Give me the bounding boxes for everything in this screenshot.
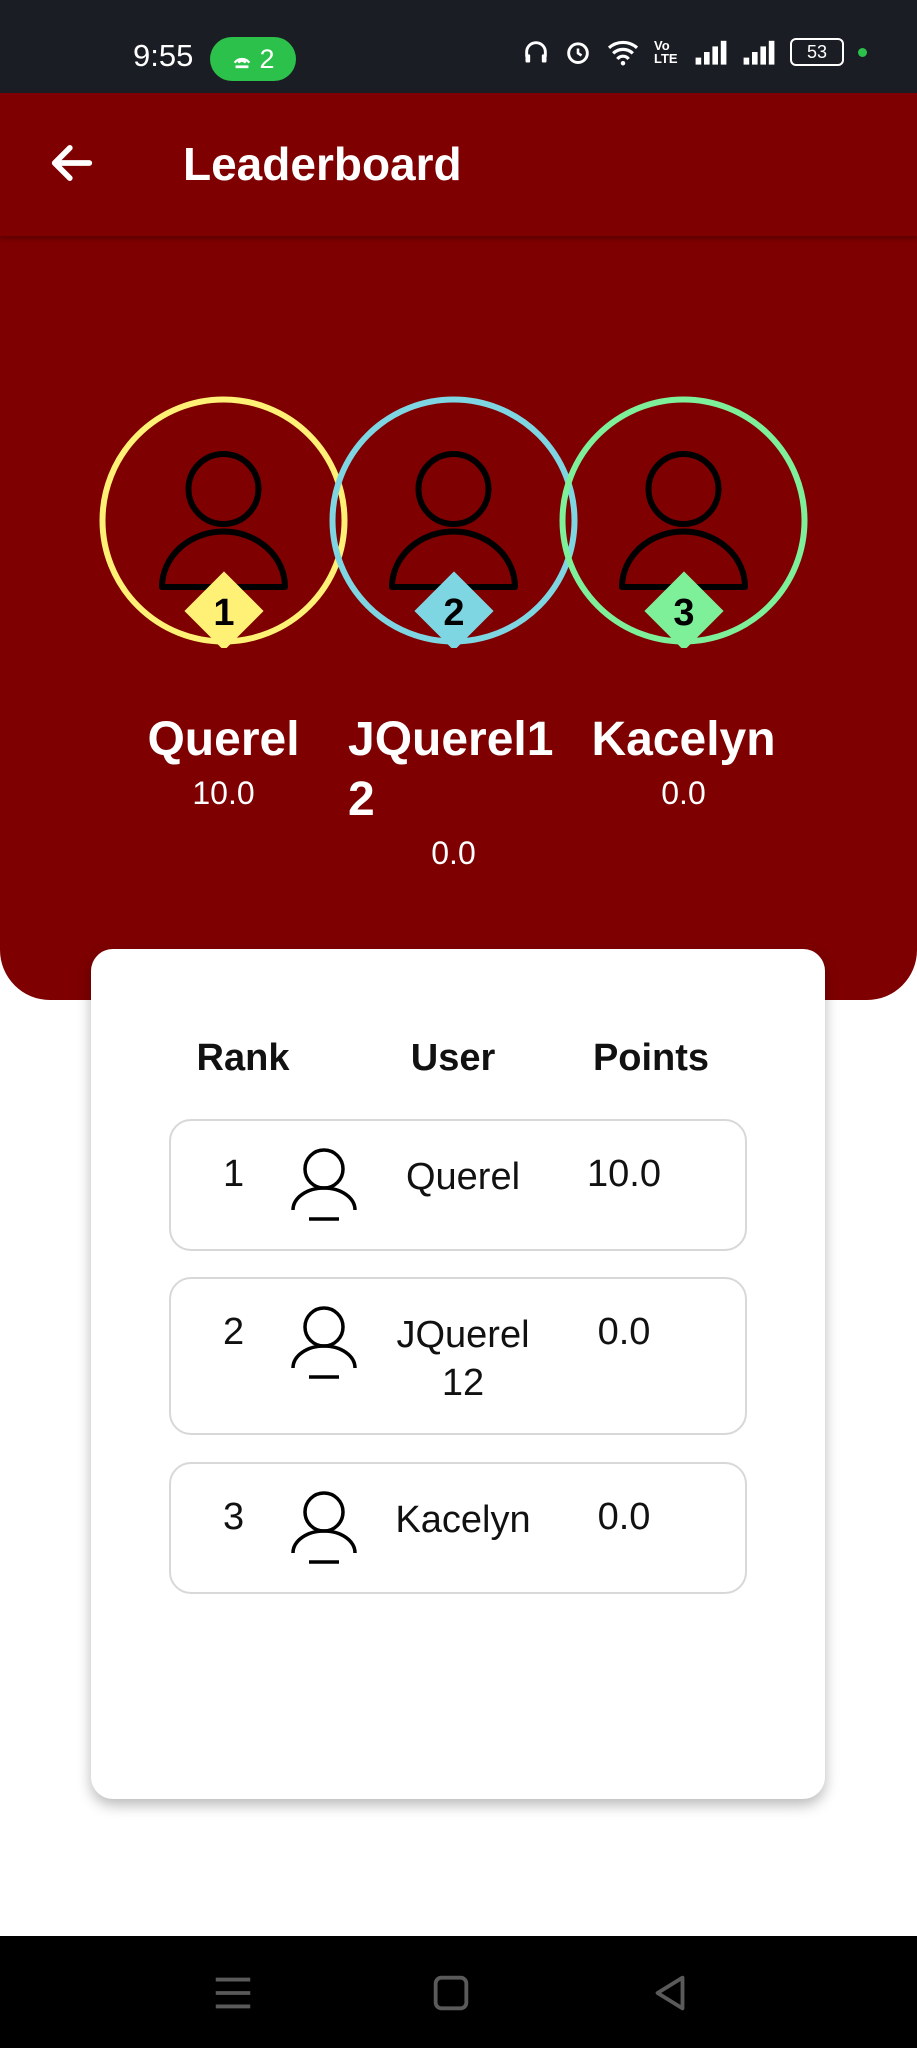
alarm-icon (567, 42, 589, 64)
podium-first-avatar-ring: 1 (99, 396, 348, 648)
podium-points: 10.0 (192, 775, 255, 811)
privacy-dot (858, 47, 867, 57)
headphones-icon (525, 41, 547, 63)
row-points: 0.0 (597, 1496, 651, 1538)
rankings-card: Rank User Points 1 Querel 10.0 2 JQuerel… (91, 949, 825, 1799)
user-icon (291, 1306, 357, 1379)
podium-third-avatar-ring: 3 (559, 396, 808, 648)
user-icon (159, 451, 288, 590)
row-rank: 2 (223, 1311, 245, 1353)
podium-second-avatar-ring: 2 (329, 396, 578, 648)
header-points: Points (592, 1037, 710, 1079)
back-arrow-icon[interactable] (46, 137, 98, 189)
row-points: 10.0 (587, 1153, 661, 1195)
row-rank: 1 (223, 1153, 245, 1195)
battery-icon: 53 (790, 38, 844, 66)
table-row[interactable]: 1 Querel 10.0 (169, 1119, 747, 1251)
table-row[interactable]: 2 JQuerel12 0.0 (169, 1277, 747, 1435)
system-nav-bar (0, 1936, 917, 2048)
volte-label: Vo LTE (654, 38, 678, 66)
home-square-icon[interactable] (428, 1970, 474, 2016)
user-icon (291, 1148, 357, 1221)
app-bar: Leaderboard (0, 93, 917, 236)
podium-rank-badge: 3 (673, 592, 694, 634)
row-points: 0.0 (597, 1311, 651, 1353)
header-rank: Rank (196, 1037, 290, 1079)
row-user: JQuerel12 (396, 1314, 530, 1404)
menu-icon[interactable] (210, 1970, 256, 2016)
signal-icon (695, 40, 727, 65)
podium-rank-badge: 2 (443, 592, 464, 634)
page-title: Leaderboard (183, 138, 462, 190)
leaderboard-hero: Leaderboard 1 Querel 10.0 2 JQuerel12 0. (0, 93, 917, 1000)
signal-icon-2 (743, 40, 775, 65)
hotspot-indicator: 2 (210, 37, 296, 81)
status-time: 9:55 (133, 38, 194, 73)
row-user: Querel (405, 1156, 521, 1198)
podium-points: 0.0 (431, 835, 476, 871)
wifi-icon (607, 40, 639, 66)
podium-rank-badge: 1 (213, 592, 234, 634)
hotspot-icon (234, 57, 251, 69)
user-icon (619, 451, 748, 590)
podium-name: Kacelyn (591, 713, 776, 766)
podium-name: JQuerel12 (348, 713, 554, 826)
user-icon (291, 1491, 357, 1564)
row-user: Kacelyn (395, 1499, 531, 1541)
podium-name: Querel (147, 713, 300, 766)
table-row[interactable]: 3 Kacelyn 0.0 (169, 1462, 747, 1594)
hotspot-count: 2 (259, 43, 275, 74)
user-icon (389, 451, 518, 590)
back-triangle-icon[interactable] (648, 1970, 694, 2016)
status-icons: Vo LTE 53 (522, 38, 867, 66)
header-user: User (410, 1037, 496, 1079)
status-bar: 9:55 2 Vo LTE 53 (0, 0, 917, 93)
row-rank: 3 (223, 1496, 245, 1538)
battery-level: 53 (806, 41, 828, 62)
podium-points: 0.0 (661, 775, 706, 811)
